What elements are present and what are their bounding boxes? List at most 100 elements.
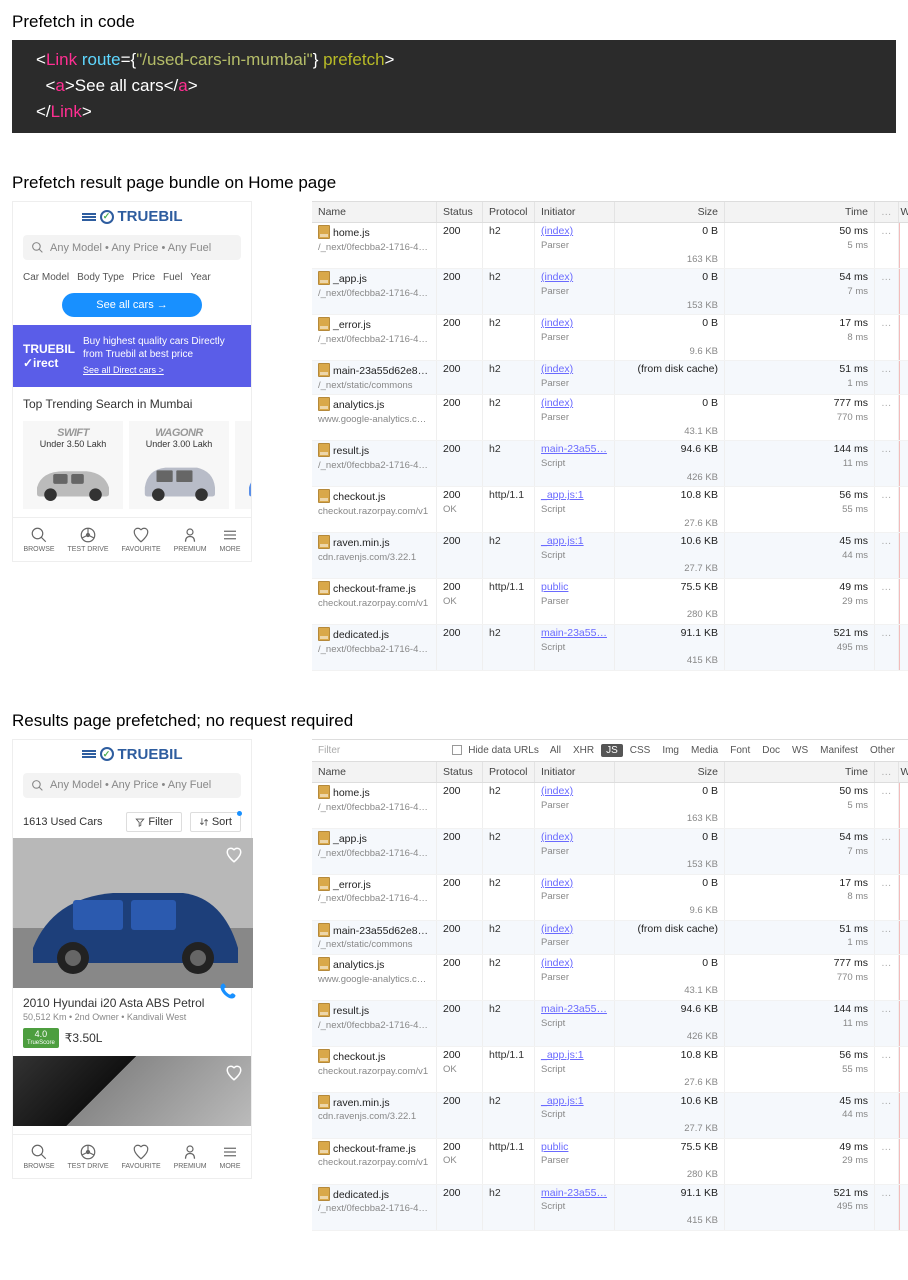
col-menu[interactable]: … (875, 202, 899, 222)
initiator-link[interactable]: main-23a55… (541, 443, 607, 455)
row-menu[interactable]: … (875, 315, 899, 360)
initiator-link[interactable]: main-23a55… (541, 1003, 607, 1015)
col-status[interactable]: Status (437, 762, 483, 782)
col-time[interactable]: Time (725, 202, 875, 222)
row-menu[interactable]: … (875, 921, 899, 954)
net-row[interactable]: result.js/_next/0fecbba2-1716-4…200h2mai… (312, 441, 908, 487)
filter-tab-js[interactable]: JS (601, 744, 623, 757)
filter-tab-ws[interactable]: WS (787, 744, 813, 757)
filter-tab-font[interactable]: Font (725, 744, 755, 757)
car-photo[interactable] (13, 838, 251, 988)
filter-tab-img[interactable]: Img (657, 744, 684, 757)
initiator-link[interactable]: (index) (541, 785, 573, 797)
trend-card[interactable]: DUnde (235, 421, 251, 509)
favourite-icon[interactable] (225, 1064, 243, 1085)
net-row[interactable]: _error.js/_next/0fecbba2-1716-4…200h2(in… (312, 875, 908, 921)
nav-browse[interactable]: BROWSE (23, 1143, 54, 1170)
nav-more[interactable]: MORE (220, 526, 241, 553)
net-row[interactable]: analytics.jswww.google-analytics.c…200h2… (312, 395, 908, 441)
row-menu[interactable]: … (875, 1093, 899, 1138)
nav-testdrive[interactable]: TEST DRIVE (67, 526, 108, 553)
filter-tab-other[interactable]: Other (865, 744, 900, 757)
trend-card[interactable]: SWIFTUnder 3.50 Lakh (23, 421, 123, 509)
row-menu[interactable]: … (875, 1001, 899, 1046)
row-menu[interactable]: … (875, 829, 899, 874)
car-photo-2[interactable] (13, 1056, 251, 1126)
row-menu[interactable]: … (875, 1185, 899, 1230)
initiator-link[interactable]: main-23a55… (541, 1187, 607, 1199)
row-menu[interactable]: … (875, 579, 899, 624)
initiator-link[interactable]: (index) (541, 831, 573, 843)
net-row[interactable]: dedicated.js/_next/0fecbba2-1716-4…200h2… (312, 625, 908, 671)
col-name[interactable]: Name (312, 202, 437, 222)
net-row[interactable]: _app.js/_next/0fecbba2-1716-4…200h2(inde… (312, 269, 908, 315)
sort-button[interactable]: Sort (190, 812, 241, 832)
nav-premium[interactable]: PREMIUM (174, 526, 207, 553)
initiator-link[interactable]: _app.js:1 (541, 1095, 584, 1107)
initiator-link[interactable]: (index) (541, 397, 573, 409)
initiator-link[interactable]: main-23a55… (541, 627, 607, 639)
initiator-link[interactable]: public (541, 581, 568, 593)
col-init[interactable]: Initiator (535, 202, 615, 222)
filter-tab-all[interactable]: All (545, 744, 566, 757)
net-row[interactable]: home.js/_next/0fecbba2-1716-4…200h2(inde… (312, 223, 908, 269)
net-row[interactable]: result.js/_next/0fecbba2-1716-4…200h2mai… (312, 1001, 908, 1047)
initiator-link[interactable]: _app.js:1 (541, 489, 584, 501)
initiator-link[interactable]: (index) (541, 957, 573, 969)
chip[interactable]: Price (132, 272, 155, 283)
filter-tab-doc[interactable]: Doc (757, 744, 785, 757)
filter-tab-css[interactable]: CSS (625, 744, 656, 757)
net-row[interactable]: checkout-frame.jscheckout.razorpay.com/v… (312, 1139, 908, 1185)
chip[interactable]: Year (190, 272, 210, 283)
row-menu[interactable]: … (875, 395, 899, 440)
trend-card[interactable]: WAGONRUnder 3.00 Lakh (129, 421, 229, 509)
row-menu[interactable]: … (875, 487, 899, 532)
col-proto[interactable]: Protocol (483, 202, 535, 222)
initiator-link[interactable]: (index) (541, 225, 573, 237)
col-menu[interactable]: … (875, 762, 899, 782)
nav-favourite[interactable]: FAVOURITE (122, 526, 161, 553)
net-row[interactable]: dedicated.js/_next/0fecbba2-1716-4…200h2… (312, 1185, 908, 1231)
initiator-link[interactable]: (index) (541, 923, 573, 935)
net-row[interactable]: raven.min.jscdn.ravenjs.com/3.22.1200h2_… (312, 533, 908, 579)
phone-icon[interactable] (219, 982, 237, 1003)
col-status[interactable]: Status (437, 202, 483, 222)
col-size[interactable]: Size (615, 202, 725, 222)
see-all-cars-button[interactable]: See all cars → (62, 293, 202, 317)
net-row[interactable]: checkout.jscheckout.razorpay.com/v1200OK… (312, 1047, 908, 1093)
nav-more[interactable]: MORE (220, 1143, 241, 1170)
row-menu[interactable]: … (875, 533, 899, 578)
row-menu[interactable]: … (875, 955, 899, 1000)
chip[interactable]: Car Model (23, 272, 69, 283)
net-row[interactable]: _error.js/_next/0fecbba2-1716-4…200h2(in… (312, 315, 908, 361)
row-menu[interactable]: … (875, 625, 899, 670)
net-row[interactable]: analytics.jswww.google-analytics.c…200h2… (312, 955, 908, 1001)
net-row[interactable]: _app.js/_next/0fecbba2-1716-4…200h2(inde… (312, 829, 908, 875)
trending-cards[interactable]: SWIFTUnder 3.50 Lakh WAGONRUnder 3.00 La… (13, 421, 251, 509)
initiator-link[interactable]: _app.js:1 (541, 1049, 584, 1061)
initiator-link[interactable]: (index) (541, 317, 573, 329)
row-menu[interactable]: … (875, 361, 899, 394)
filter-button[interactable]: Filter (126, 812, 181, 832)
row-menu[interactable]: … (875, 441, 899, 486)
search-input[interactable]: Any Model • Any Price • Any Fuel (23, 773, 241, 798)
nav-testdrive[interactable]: TEST DRIVE (67, 1143, 108, 1170)
row-menu[interactable]: … (875, 1047, 899, 1092)
col-size[interactable]: Size (615, 762, 725, 782)
filter-tab-manifest[interactable]: Manifest (815, 744, 863, 757)
initiator-link[interactable]: (index) (541, 271, 573, 283)
row-menu[interactable]: … (875, 223, 899, 268)
initiator-link[interactable]: (index) (541, 363, 573, 375)
col-init[interactable]: Initiator (535, 762, 615, 782)
promo-link[interactable]: See all Direct cars > (83, 365, 241, 377)
net-row[interactable]: main-23a55d62e85daea…/_next/static/commo… (312, 921, 908, 955)
net-row[interactable]: checkout-frame.jscheckout.razorpay.com/v… (312, 579, 908, 625)
car-info[interactable]: 2010 Hyundai i20 Asta ABS Petrol 50,512 … (13, 988, 251, 1056)
initiator-link[interactable]: public (541, 1141, 568, 1153)
promo-banner[interactable]: TRUEBIL✓irect Buy highest quality cars D… (13, 325, 251, 387)
col-time[interactable]: Time (725, 762, 875, 782)
row-menu[interactable]: … (875, 269, 899, 314)
chip[interactable]: Body Type (77, 272, 124, 283)
hide-urls-checkbox[interactable] (452, 745, 462, 755)
net-row[interactable]: raven.min.jscdn.ravenjs.com/3.22.1200h2_… (312, 1093, 908, 1139)
